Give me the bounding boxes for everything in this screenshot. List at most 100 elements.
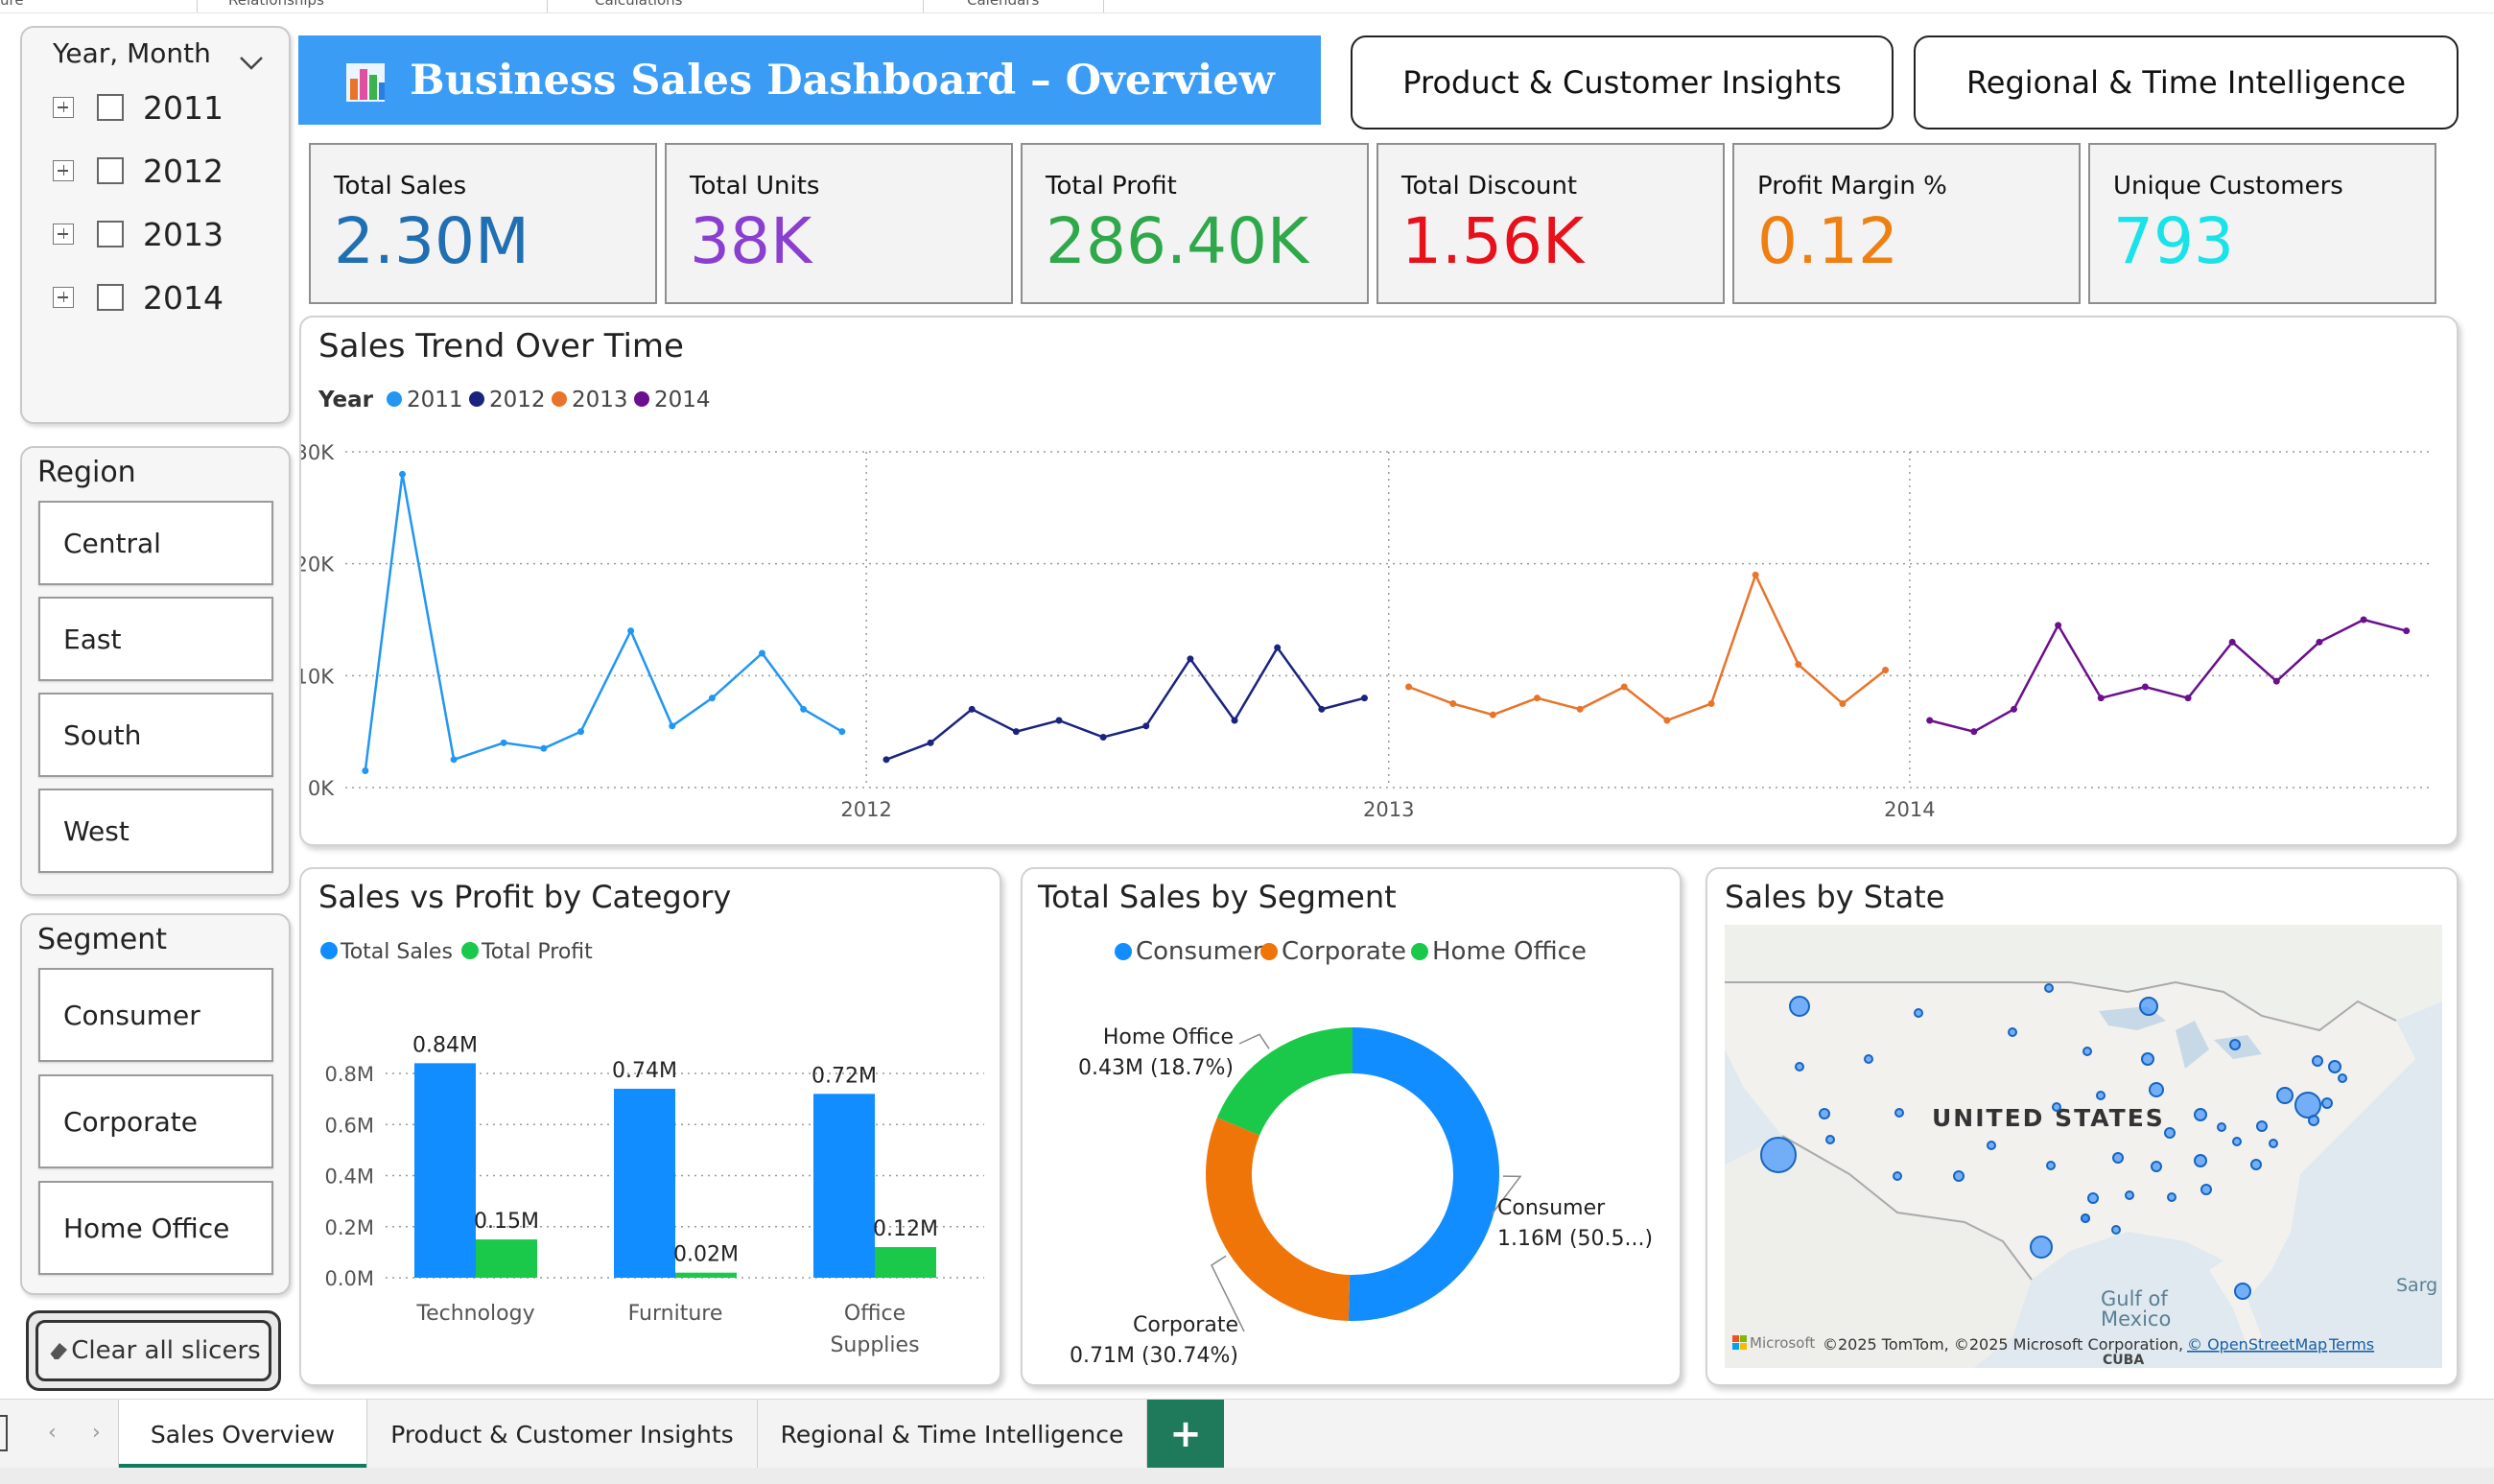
data-label: 0.02M	[673, 1243, 739, 1267]
scroll-right-icon[interactable]: ›	[92, 1421, 101, 1445]
data-point	[450, 756, 458, 764]
region-slicer: Region Central East South West	[20, 446, 291, 896]
menu-item[interactable]: ure	[0, 0, 24, 9]
segment-card[interactable]: Total Sales by Segment Consumer Corporate…	[1021, 867, 1682, 1386]
clear-slicers-button[interactable]: Clear all slicers	[26, 1310, 281, 1391]
add-page-button[interactable]: +	[1147, 1400, 1224, 1469]
status-strip	[0, 1468, 2494, 1484]
year-checkbox[interactable]	[97, 221, 124, 247]
segment-tile-home-office[interactable]: Home Office	[38, 1181, 273, 1275]
us-sales-map[interactable]: UNITED STATES Gulf of Mexico Sarg CUBA M…	[1725, 925, 2442, 1368]
bar-chart-icon	[346, 62, 386, 102]
data-point	[1795, 661, 1802, 669]
region-tile-east[interactable]: East	[38, 597, 273, 681]
menu-item[interactable]: Calendars	[967, 0, 1039, 9]
map-label-cuba: CUBA	[2103, 1353, 2144, 1368]
state-map-card[interactable]: Sales by State UNITED STATES Gulf of Mex…	[1706, 867, 2459, 1386]
series-line-2012	[885, 645, 1365, 761]
data-point	[2184, 695, 2192, 702]
data-label: 0.84M	[412, 1033, 478, 1057]
legend-marker	[461, 942, 479, 959]
year-label: 2012	[143, 152, 224, 190]
y-tick-label: 0.2M	[324, 1216, 374, 1239]
legend-label: Corporate	[1282, 937, 1406, 966]
trend-legend: 2011 2012 2013 2014	[387, 388, 711, 412]
nav-regional-time-button[interactable]: Regional & Time Intelligence	[1914, 35, 2459, 130]
slice-label: Home Office	[1103, 1025, 1234, 1049]
data-label: 0.15M	[474, 1210, 539, 1234]
category-bar-chart[interactable]: Total Sales Total Profit 0.0M 0.2M 0.4M 0.6M…	[301, 869, 1000, 1384]
top-menu-strip: ure Relationships Calculations Calendars	[0, 0, 2494, 13]
tab-sales-overview[interactable]: Sales Overview	[118, 1400, 367, 1469]
data-point	[2055, 622, 2062, 629]
sales-trend-card[interactable]: Sales Trend Over Time Year 2011 2012 2013 2…	[299, 316, 2459, 846]
region-tile-central[interactable]: Central	[38, 501, 273, 585]
data-point	[708, 695, 716, 702]
tile-label: East	[63, 624, 122, 655]
year-row-2011[interactable]: 2011	[53, 88, 224, 127]
category-card[interactable]: Sales vs Profit by Category Total Sales T…	[299, 867, 1001, 1386]
expand-icon[interactable]	[53, 287, 74, 308]
slice-label: Consumer	[1497, 1196, 1606, 1220]
data-point	[1099, 734, 1107, 741]
sales-trend-chart[interactable]: Year 2011201220132014 0K10K20K30K2012201…	[301, 318, 2457, 844]
segment-tile-consumer[interactable]: Consumer	[38, 968, 273, 1062]
category-label: Supplies	[830, 1333, 919, 1357]
slice-Corporate	[1206, 1117, 1351, 1321]
map-label-gulf-2: Mexico	[2101, 1307, 2171, 1331]
data-label: 0.72M	[812, 1064, 877, 1088]
visual-title: Sales by State	[1725, 879, 1945, 915]
data-point	[362, 767, 369, 774]
eraser-icon	[49, 1343, 68, 1360]
kpi-value: 38K	[690, 204, 812, 278]
category-label: Furniture	[628, 1302, 723, 1326]
menu-item[interactable]: Relationships	[228, 0, 324, 9]
expand-icon[interactable]	[53, 160, 74, 181]
tab-regional-time[interactable]: Regional & Time Intelligence	[758, 1400, 1147, 1469]
chevron-down-icon[interactable]	[235, 47, 268, 80]
region-tile-west[interactable]: West	[38, 789, 273, 873]
nav-product-customer-button[interactable]: Product & Customer Insights	[1351, 35, 1894, 130]
bar-Total Sales	[414, 1063, 476, 1278]
kpi-value: 2.30M	[334, 204, 529, 278]
data-point	[1752, 571, 1759, 578]
y-tick-label: 0K	[308, 777, 335, 800]
kpi-card-total-units: Total Units 38K	[665, 143, 1013, 304]
year-checkbox[interactable]	[97, 284, 124, 311]
slice-value: 1.16M (50.5...)	[1497, 1227, 1653, 1251]
data-point	[540, 744, 548, 752]
scroll-left-icon[interactable]: ‹	[48, 1421, 57, 1445]
data-point	[2316, 638, 2323, 646]
data-label: 0.74M	[612, 1059, 677, 1083]
year-checkbox[interactable]	[97, 157, 124, 184]
region-tile-south[interactable]: South	[38, 693, 273, 777]
year-row-2012[interactable]: 2012	[53, 152, 224, 190]
legend-label: 2014	[654, 388, 711, 412]
bar-Total Profit	[875, 1247, 936, 1278]
map-osm-link[interactable]: © OpenStreetMap	[2187, 1335, 2327, 1354]
slicer-title: Year, Month	[53, 37, 211, 69]
trend-axis: 0K 10K 20K 30K 2012 2013 2014	[301, 441, 1936, 821]
clear-slicers-inner[interactable]: Clear all slicers	[35, 1320, 271, 1381]
segment-donut-chart[interactable]: Consumer Corporate Home Office Consumer 1.1…	[1023, 869, 1680, 1384]
data-point	[2228, 638, 2236, 646]
menu-item[interactable]: Calculations	[595, 0, 683, 9]
data-point	[1489, 711, 1496, 718]
segment-tile-corporate[interactable]: Corporate	[38, 1074, 273, 1168]
data-point	[2097, 695, 2105, 702]
map-terms-link[interactable]: Terms	[2328, 1335, 2374, 1354]
kpi-label: Profit Margin %	[1757, 172, 1947, 200]
data-point	[838, 728, 846, 736]
year-checkbox[interactable]	[97, 94, 124, 121]
data-point	[2272, 677, 2280, 685]
y-tick-label: 0.4M	[324, 1166, 374, 1189]
expand-icon[interactable]	[53, 224, 74, 245]
date-slicer[interactable]: Year, Month 2011 2012 2013 2014	[20, 26, 291, 424]
year-row-2013[interactable]: 2013	[53, 215, 224, 253]
expand-icon[interactable]	[53, 97, 74, 118]
year-row-2014[interactable]: 2014	[53, 278, 224, 317]
tab-product-customer[interactable]: Product & Customer Insights	[367, 1400, 758, 1469]
series-line-2011	[364, 474, 843, 771]
trend-lines	[362, 470, 2411, 774]
map-label-edge: Sarg	[2396, 1275, 2437, 1296]
